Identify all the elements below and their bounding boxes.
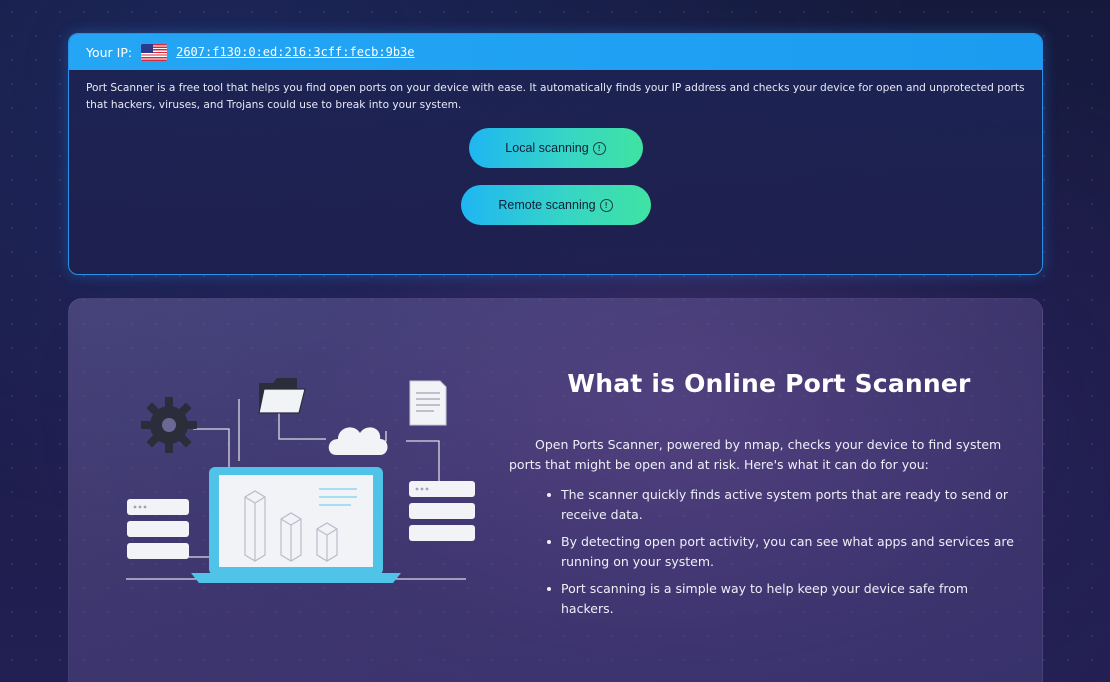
gear-icon [141, 397, 197, 453]
remote-scanning-button[interactable]: Remote scanning ! [460, 185, 651, 225]
local-scanning-label: Local scanning [505, 141, 589, 155]
folder-icon [258, 378, 306, 414]
port-scanner-card: Your IP: 2607:f130:0:ed:216:3cff:fecb:9b… [68, 33, 1043, 275]
server-stack-right-icon [409, 481, 475, 541]
document-icon [409, 380, 447, 426]
bullet-icon [547, 587, 551, 591]
local-scanning-button[interactable]: Local scanning ! [468, 128, 643, 168]
bullet-icon [547, 493, 551, 497]
list-item-text: By detecting open port activity, you can… [561, 534, 1014, 569]
list-item-text: Port scanning is a simple way to help ke… [561, 581, 969, 616]
network-illustration [126, 378, 475, 583]
laptop-icon [191, 467, 401, 583]
list-item: Port scanning is a simple way to help ke… [547, 579, 1017, 619]
remote-scanning-label: Remote scanning [498, 198, 596, 212]
server-stack-left-icon [127, 499, 189, 559]
about-intro: Open Ports Scanner, powered by nmap, che… [509, 437, 1002, 472]
us-flag-icon [141, 43, 168, 61]
list-item: The scanner quickly finds active system … [547, 485, 1017, 525]
info-icon[interactable]: ! [592, 141, 606, 155]
ip-address-link[interactable]: 2607:f130:0:ed:216:3cff:fecb:9b3e [176, 45, 414, 59]
info-icon[interactable]: ! [599, 198, 613, 212]
tool-description: Port Scanner is a free tool that helps y… [86, 82, 1025, 111]
feature-list: The scanner quickly finds active system … [547, 485, 1017, 626]
about-port-scanner-card: What is Online Port Scanner Open Ports S… [68, 298, 1043, 682]
list-item: By detecting open port activity, you can… [547, 532, 1017, 572]
ip-bar: Your IP: 2607:f130:0:ed:216:3cff:fecb:9b… [69, 34, 1042, 70]
list-item-text: The scanner quickly finds active system … [561, 487, 1009, 522]
ip-label: Your IP: [86, 44, 133, 60]
cloud-icon [328, 427, 388, 455]
about-title: What is Online Port Scanner [567, 369, 971, 398]
bullet-icon [547, 540, 551, 544]
